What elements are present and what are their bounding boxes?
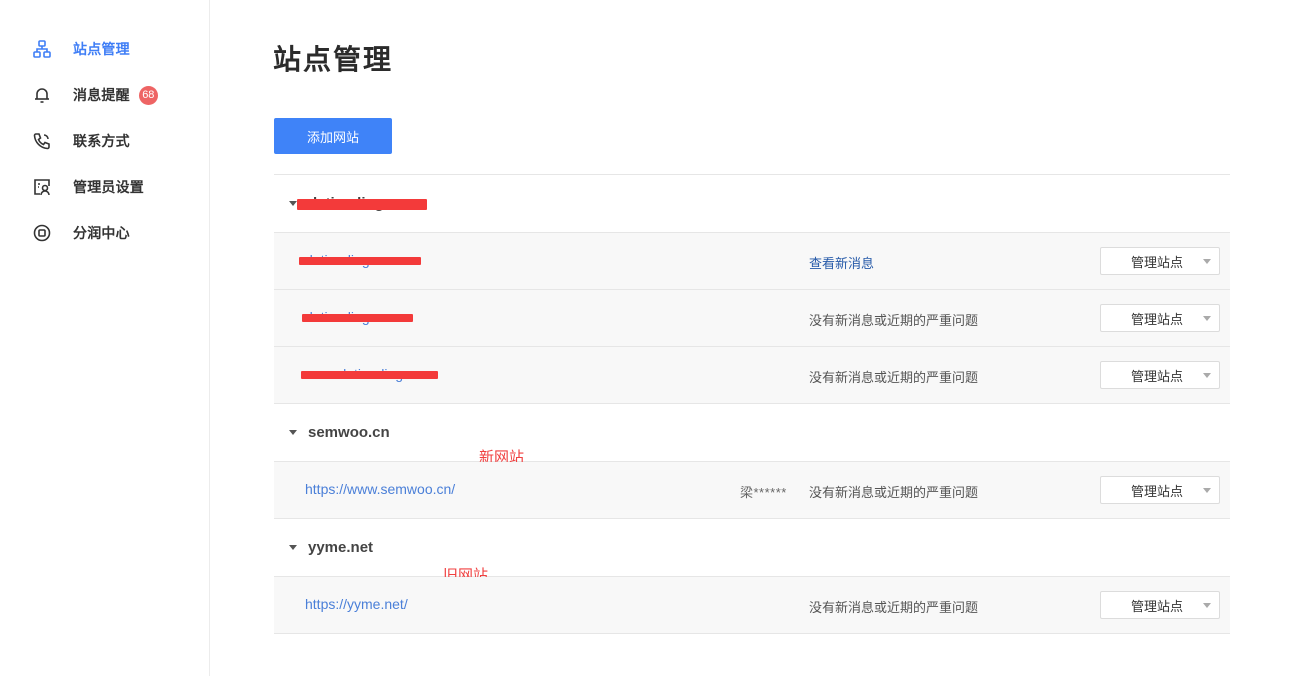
chevron-down-icon (1203, 488, 1211, 493)
site-status-text: 没有新消息或近期的严重问题 (809, 370, 979, 385)
page-title: 站点管理 (273, 44, 394, 75)
site-row: https://yyme.net/ 没有新消息或近期的严重问题 管理站点 (274, 577, 1230, 634)
view-new-messages-link[interactable]: 查看新消息 (809, 253, 874, 272)
sidebar-item-label: 联系方式 (73, 133, 130, 149)
sidebar-item-contact[interactable]: 联系方式 (32, 129, 130, 153)
sidebar-item-label: 分润中心 (73, 225, 130, 241)
manage-site-label: 管理站点 (1131, 598, 1184, 614)
sidebar-item-label: 消息提醒 (73, 87, 130, 103)
sidebar-item-site-management[interactable]: 站点管理 (32, 37, 130, 61)
manage-site-label: 管理站点 (1131, 483, 1184, 499)
site-group-name: yyme.net (308, 539, 374, 556)
chevron-down-icon (1203, 316, 1211, 321)
site-group-header[interactable]: semwoo.cn (274, 404, 1230, 462)
sitemap-icon (32, 39, 52, 59)
site-status-text: 没有新消息或近期的严重问题 (809, 485, 979, 500)
chevron-down-icon (1203, 603, 1211, 608)
add-website-button[interactable]: 添加网站 (274, 118, 392, 154)
sidebar-item-profit-center[interactable]: 分润中心 (32, 221, 130, 245)
site-row: datianding 没有新消息或近期的严重问题 管理站点 (274, 290, 1230, 347)
site-group-name: semwoo.cn (308, 424, 390, 441)
manage-site-dropdown[interactable]: 管理站点 (1100, 476, 1220, 504)
redaction-mark (301, 371, 438, 379)
manage-site-dropdown[interactable]: 管理站点 (1100, 591, 1220, 619)
collapse-caret-icon[interactable] (289, 545, 297, 550)
redaction-mark (302, 314, 413, 322)
sidebar-item-admin-settings[interactable]: 管理员设置 (32, 175, 144, 199)
admin-card-icon (32, 177, 52, 197)
collapse-caret-icon[interactable] (289, 201, 297, 206)
manage-site-label: 管理站点 (1131, 368, 1184, 384)
manage-site-dropdown[interactable]: 管理站点 (1100, 304, 1220, 332)
chevron-down-icon (1203, 259, 1211, 264)
bell-icon (32, 85, 52, 105)
sidebar-item-notifications[interactable]: 消息提醒 68 (32, 83, 158, 107)
collapse-caret-icon[interactable] (289, 430, 297, 435)
sidebar: 站点管理 消息提醒 68 联系方式 管理员设置 分润中心 (0, 0, 210, 676)
chevron-down-icon (1203, 373, 1211, 378)
redaction-mark (299, 257, 421, 265)
redaction-mark (297, 199, 427, 210)
sidebar-item-label: 站点管理 (73, 41, 130, 57)
site-row: https://www.semwoo.cn/ 梁****** 没有新消息或近期的… (274, 462, 1230, 519)
manage-site-dropdown[interactable]: 管理站点 (1100, 247, 1220, 275)
site-status-text: 没有新消息或近期的严重问题 (809, 313, 979, 328)
site-owner: 梁****** (740, 485, 787, 500)
phone-icon (32, 131, 52, 151)
site-group-header[interactable]: yyme.net (274, 519, 1230, 577)
manage-site-dropdown[interactable]: 管理站点 (1100, 361, 1220, 389)
site-status-text: 没有新消息或近期的严重问题 (809, 600, 979, 615)
notification-count-badge: 68 (138, 85, 158, 105)
manage-site-label: 管理站点 (1131, 311, 1184, 327)
manage-site-label: 管理站点 (1131, 254, 1184, 270)
site-url-link[interactable]: https://www.semwoo.cn/ (305, 481, 455, 497)
site-url-link[interactable]: https://yyme.net/ (305, 596, 408, 612)
profit-share-icon (32, 223, 52, 243)
sidebar-item-label: 管理员设置 (73, 179, 144, 195)
